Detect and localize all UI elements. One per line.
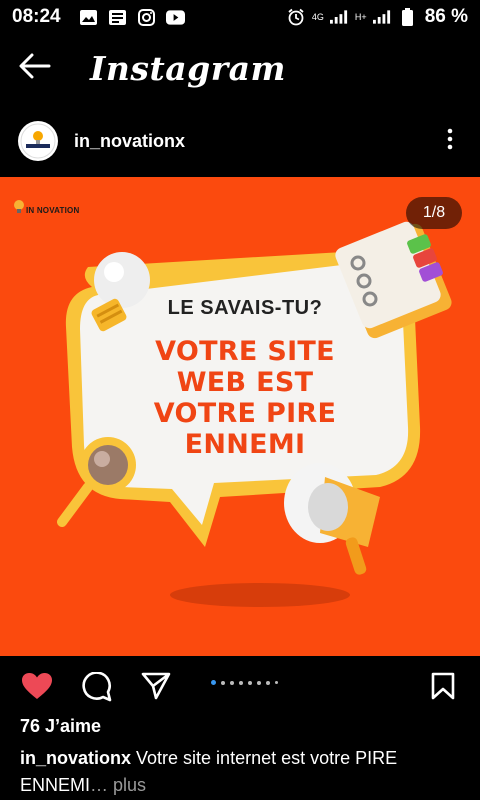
brand-logo-icon [20, 123, 56, 159]
post-image[interactable]: IN NOVATION 1/8 LE SAVAIS-TU? VOTRE SITE… [0, 177, 480, 656]
app-title: Instagram [90, 48, 286, 88]
comment-button[interactable] [81, 671, 113, 703]
carousel-counter: 1/8 [406, 197, 462, 229]
vertical-dots-icon [447, 128, 453, 155]
likes-count[interactable]: 76 J’aime [20, 716, 101, 737]
bulb-logo-icon [14, 200, 24, 213]
caption-text-continued: ENNEMI [20, 775, 91, 795]
carousel-dot [266, 680, 270, 685]
status-right: 4G H+ 86 % [287, 6, 468, 28]
signal-icon-2 [372, 9, 392, 26]
alarm-icon [287, 8, 306, 26]
headline-line-3: VOTRE PIRE [153, 398, 337, 429]
bubble-kicker: LE SAVAIS-TU? [167, 297, 323, 319]
paper-plane-icon [141, 672, 171, 700]
save-button[interactable] [428, 671, 458, 701]
carousel-dot [230, 680, 234, 685]
carousel-dot [257, 680, 261, 685]
caption-username[interactable]: in_novationx [20, 748, 131, 768]
heart-icon [22, 673, 52, 699]
caption-more-link[interactable]: … plus [90, 775, 146, 795]
instagram-icon [137, 8, 156, 26]
signal-icon [329, 9, 349, 26]
status-time: 08:24 [12, 6, 61, 27]
carousel-dot [275, 681, 278, 684]
back-button[interactable] [0, 34, 70, 102]
bookmark-icon [431, 672, 455, 700]
comment-icon [82, 672, 112, 702]
headline-line-2: WEB EST [176, 367, 314, 398]
youtube-icon [165, 9, 185, 26]
status-left: 08:24 [12, 6, 185, 28]
message-icon [108, 9, 127, 26]
post-username[interactable]: in_novationx [74, 131, 185, 152]
caption-text: Votre site internet est votre PIRE [131, 748, 398, 768]
battery-level: 86 % [424, 6, 468, 27]
app-header: Instagram [0, 34, 480, 102]
arrow-left-icon [19, 53, 51, 84]
brand-watermark: IN NOVATION [12, 199, 79, 221]
carousel-dot [248, 680, 252, 685]
network-type-secondary: H+ [354, 11, 367, 22]
brand-text: IN NOVATION [26, 205, 80, 215]
carousel-dot [239, 680, 243, 685]
headline-line-4: ENNEMI [184, 429, 306, 460]
avatar[interactable] [18, 121, 58, 161]
battery-icon [398, 8, 417, 26]
carousel-dot [221, 680, 225, 685]
share-button[interactable] [140, 671, 172, 701]
post-header: in_novationx [0, 112, 480, 170]
carousel-dot-active [211, 680, 216, 685]
status-bar: 08:24 4G H+ 86 % [0, 0, 480, 34]
more-options-button[interactable] [420, 112, 480, 170]
bubble-headline: VOTRE SITE WEB EST VOTRE PIRE ENNEMI [120, 336, 370, 460]
post-caption: in_novationx Votre site internet est vot… [20, 745, 470, 799]
like-button[interactable] [20, 671, 54, 701]
post-action-bar [0, 663, 480, 709]
carousel-indicator [211, 680, 278, 685]
bubble-text: LE SAVAIS-TU? VOTRE SITE WEB EST VOTRE P… [120, 297, 370, 460]
gallery-icon [79, 9, 98, 26]
network-type-primary: 4G [311, 11, 324, 22]
headline-line-1: VOTRE SITE [155, 336, 335, 367]
